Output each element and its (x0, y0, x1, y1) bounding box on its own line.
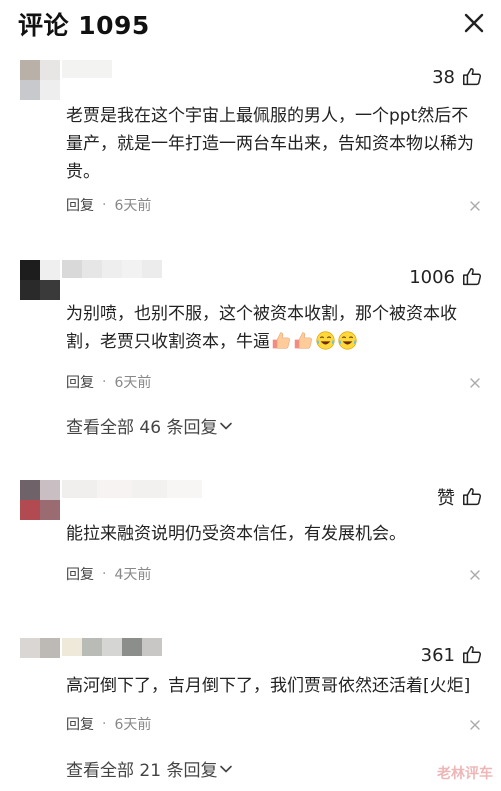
username-blurred[interactable] (62, 60, 112, 82)
thumbs-up-icon (463, 488, 482, 506)
like-button[interactable]: 赞 (437, 484, 483, 510)
comment-time: 6天前 (114, 198, 152, 214)
dismiss-icon[interactable] (469, 569, 481, 581)
dismiss-icon[interactable] (469, 377, 481, 389)
comment-time: 6天前 (114, 375, 152, 391)
thumbs-up-icon (463, 646, 482, 664)
laughing-crying-emoji-icon (316, 331, 335, 350)
like-count: 1006 (409, 266, 455, 288)
thumbs-up-emoji-icon (294, 332, 312, 349)
username-blurred[interactable] (62, 480, 202, 502)
view-all-replies[interactable]: 查看全部 46 条回复 (66, 413, 233, 438)
chevron-down-icon (220, 765, 233, 772)
thumbs-up-icon (463, 68, 482, 86)
comment-meta: 回复 · 6天前 (66, 195, 151, 215)
like-button[interactable]: 361 (421, 642, 483, 668)
meta-separator: · (102, 566, 107, 582)
avatar[interactable] (20, 480, 60, 520)
avatar[interactable] (20, 260, 60, 300)
avatar[interactable] (20, 638, 60, 662)
comment-meta: 回复 · 6天前 (66, 372, 151, 392)
like-button[interactable]: 38 (432, 64, 483, 90)
comment-text: 老贾是我在这个宇宙上最佩服的男人，一个ppt然后不量产，就是一年打造一两台车出来… (66, 106, 474, 182)
like-count: 361 (420, 644, 455, 666)
meta-separator: · (102, 374, 107, 390)
view-all-replies-label: 查看全部 21 条回复 (66, 761, 218, 781)
close-icon[interactable] (461, 10, 487, 36)
meta-separator: · (102, 197, 107, 213)
comment-time: 6天前 (114, 717, 152, 733)
comment-text: 为别喷，也别不服，这个被资本收割，那个被资本收割，老贾只收割资本，牛逼 (66, 300, 484, 356)
like-count: 38 (432, 66, 455, 88)
comment-text: 高河倒下了，吉月倒下了，我们贾哥依然还活着[火炬] (66, 676, 471, 696)
dismiss-icon[interactable] (469, 200, 481, 212)
username-blurred[interactable] (62, 260, 162, 282)
view-all-replies-label: 查看全部 46 条回复 (66, 418, 218, 438)
reply-button[interactable]: 回复 (66, 195, 94, 215)
like-count: 赞 (437, 488, 455, 509)
reply-button[interactable]: 回复 (66, 564, 94, 584)
watermark: 老林评车 (437, 766, 493, 782)
comment-text-body: 为别喷，也别不服，这个被资本收割，那个被资本收割，老贾只收割资本，牛逼 (66, 304, 457, 352)
reply-button[interactable]: 回复 (66, 372, 94, 392)
meta-separator: · (102, 716, 107, 732)
like-button[interactable]: 1006 (409, 264, 483, 290)
comments-title: 评论 1095 (18, 11, 150, 40)
comment-time: 4天前 (114, 567, 152, 583)
comment-meta: 回复 · 4天前 (66, 564, 151, 584)
comment-meta: 回复 · 6天前 (66, 714, 151, 734)
avatar[interactable] (20, 60, 60, 100)
view-all-replies[interactable]: 查看全部 21 条回复 (66, 756, 233, 781)
chevron-down-icon (220, 422, 233, 429)
username-blurred[interactable] (62, 638, 162, 660)
dismiss-icon[interactable] (469, 719, 481, 731)
reply-button[interactable]: 回复 (66, 714, 94, 734)
thumbs-up-icon (463, 268, 482, 286)
laughing-crying-emoji-icon (338, 331, 357, 350)
comments-header: 评论 1095 (0, 0, 501, 48)
comment-text: 能拉来融资说明仍受资本信任，有发展机会。 (66, 524, 406, 544)
thumbs-up-emoji-icon (272, 332, 290, 349)
